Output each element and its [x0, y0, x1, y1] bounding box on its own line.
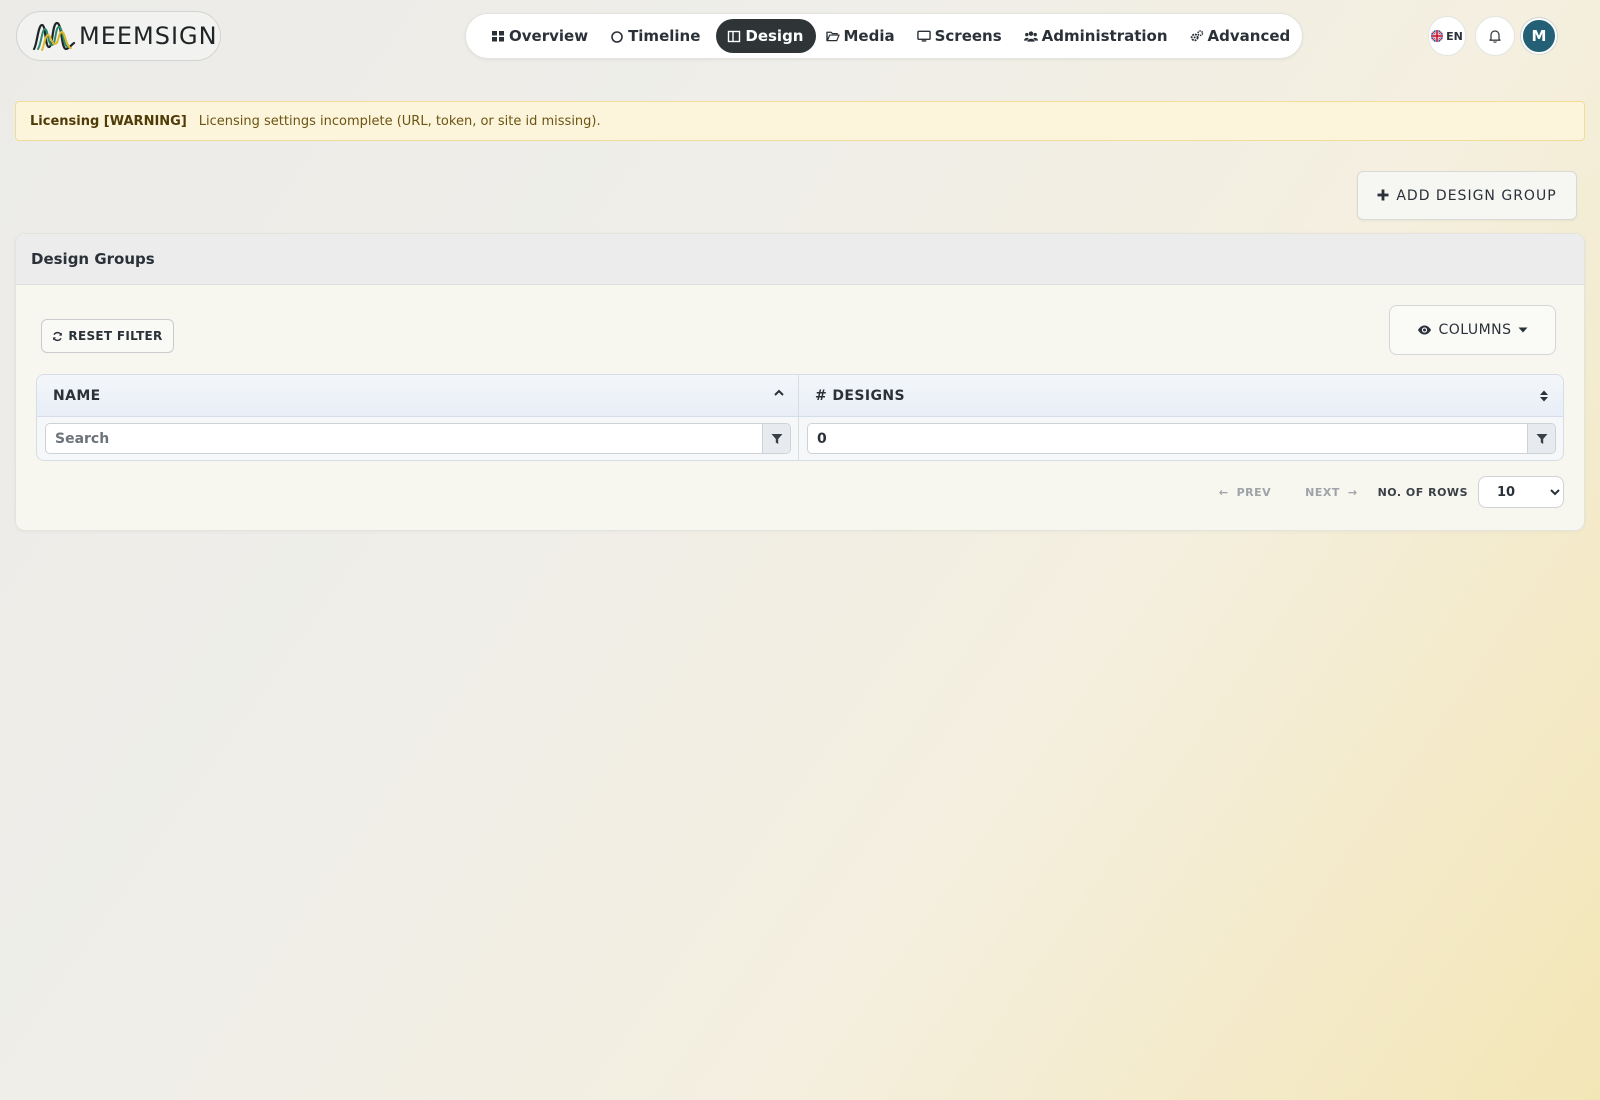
sort-both-icon[interactable]: [1539, 389, 1549, 403]
nav-item-label: Design: [745, 27, 804, 45]
table-header: NAME # DESIGNS: [37, 375, 1563, 417]
design-groups-table: NAME # DESIGNS: [36, 374, 1564, 461]
arrow-left-icon: ←: [1218, 485, 1229, 499]
design-groups-card: Design Groups RESET FILTER COLUMNS NAME …: [15, 233, 1585, 531]
prev-page-button[interactable]: ← PREV: [1219, 486, 1271, 499]
language-code: EN: [1446, 29, 1463, 43]
nav-item-label: Timeline: [628, 27, 701, 45]
nav-item-media[interactable]: Media: [820, 19, 907, 53]
add-design-group-button[interactable]: ADD DESIGN GROUP: [1357, 171, 1577, 220]
main-nav: Overview Timeline Design Media Screens A…: [465, 13, 1303, 59]
pagination: ← PREV NEXT → NO. OF ROWS 10: [1219, 476, 1564, 508]
folder-icon: [825, 29, 840, 43]
gears-icon: [1190, 29, 1204, 43]
eye-icon: [1417, 324, 1432, 336]
top-bar: MEEMSIGN Overview Timeline Design Media: [0, 0, 1600, 74]
column-header-designs[interactable]: # DESIGNS: [799, 375, 1563, 416]
nav-item-screens[interactable]: Screens: [911, 19, 1014, 53]
nav-item-advanced[interactable]: Advanced: [1184, 19, 1303, 53]
nav-item-label: Media: [843, 27, 895, 45]
monitor-icon: [916, 29, 931, 43]
language-selector[interactable]: EN: [1428, 16, 1466, 56]
nav-item-label: Administration: [1041, 27, 1168, 45]
bell-icon: [1489, 30, 1501, 43]
notifications-button[interactable]: [1475, 16, 1515, 56]
plus-icon: [1377, 186, 1389, 205]
filter-icon[interactable]: [1527, 424, 1555, 453]
nav-item-label: Overview: [509, 27, 589, 45]
nav-item-overview[interactable]: Overview: [485, 19, 600, 53]
column-header-label: NAME: [53, 387, 101, 404]
uk-flag-icon: [1431, 30, 1444, 42]
users-icon: [1023, 29, 1038, 43]
reset-filter-button[interactable]: RESET FILTER: [41, 319, 174, 353]
filter-cell-name: [37, 417, 799, 460]
add-design-group-label: ADD DESIGN GROUP: [1396, 187, 1557, 204]
card-title: Design Groups: [31, 250, 155, 268]
avatar[interactable]: M: [1521, 18, 1557, 54]
filter-icon[interactable]: [762, 424, 790, 453]
sort-asc-icon[interactable]: [774, 389, 784, 397]
card-header: Design Groups: [16, 234, 1584, 285]
nav-item-design[interactable]: Design: [716, 19, 816, 53]
name-filter: [45, 423, 791, 454]
designs-count-input[interactable]: [808, 424, 1527, 453]
column-header-name[interactable]: NAME: [37, 375, 799, 416]
next-page-button[interactable]: NEXT →: [1305, 486, 1357, 499]
licensing-warning: Licensing [WARNING] Licensing settings i…: [15, 101, 1585, 141]
rows-per-page-select[interactable]: 10: [1478, 476, 1564, 508]
grid-icon: [491, 29, 505, 43]
meemsign-logo-icon: [32, 21, 76, 51]
refresh-icon: [52, 331, 63, 342]
warning-title: Licensing [WARNING]: [30, 113, 187, 129]
prev-label: PREV: [1236, 485, 1272, 499]
brand-logo[interactable]: MEEMSIGN: [16, 11, 221, 61]
columns-label: COLUMNS: [1438, 322, 1512, 338]
nav-item-administration[interactable]: Administration: [1018, 19, 1180, 53]
rows-per-page-label: NO. OF ROWS: [1377, 485, 1468, 499]
caret-down-icon: [1518, 327, 1528, 333]
nav-item-timeline[interactable]: Timeline: [604, 19, 712, 53]
name-search-input[interactable]: [46, 424, 762, 453]
reset-filter-label: RESET FILTER: [68, 329, 163, 343]
arrow-right-icon: →: [1347, 485, 1358, 499]
next-label: NEXT: [1305, 485, 1340, 499]
nav-item-label: Screens: [934, 27, 1002, 45]
circle-icon: [610, 29, 624, 43]
column-header-label: # DESIGNS: [815, 387, 905, 404]
columns-toggle-button[interactable]: COLUMNS: [1389, 305, 1556, 355]
layout-icon: [727, 29, 741, 43]
filter-cell-designs: [799, 417, 1563, 460]
brand-name: MEEMSIGN: [79, 22, 218, 50]
nav-item-label: Advanced: [1207, 27, 1291, 45]
filter-row: [37, 417, 1563, 460]
designs-filter: [807, 423, 1556, 454]
warning-message: Licensing settings incomplete (URL, toke…: [198, 113, 601, 129]
